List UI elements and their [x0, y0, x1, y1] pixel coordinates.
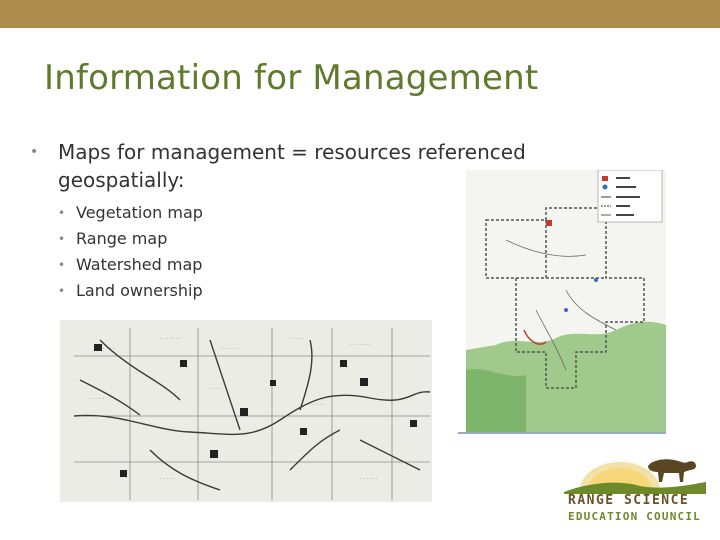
bullet-dot-icon: •	[58, 206, 66, 220]
main-bullet-text: Maps for management = resources referenc…	[58, 140, 526, 192]
bullet-dot-icon: •	[30, 144, 39, 160]
sub-bullet-text: Land ownership	[76, 281, 203, 300]
svg-text:· · · · ·: · · · · ·	[310, 402, 325, 408]
svg-text:· · · · · ·: · · · · · ·	[360, 476, 378, 482]
top-accent-bar	[0, 0, 720, 28]
svg-text:· · · · · ·: · · · · · ·	[220, 346, 238, 352]
sub-bullet-text: Watershed map	[76, 255, 203, 274]
logo-text-top: RANGE SCIENCE	[568, 493, 690, 508]
bullet-dot-icon: •	[58, 232, 66, 246]
bullet-dot-icon: •	[58, 284, 66, 298]
county-map-image: · · · · · · · · · · · · · · · · · · · · …	[60, 320, 432, 502]
sub-bullet-text: Vegetation map	[76, 203, 203, 222]
svg-text:· · · · · · ·: · · · · · · ·	[350, 342, 371, 348]
sub-bullet-text: Range map	[76, 229, 168, 248]
ranch-boundary-map-image	[466, 170, 666, 432]
bullet-dot-icon: •	[58, 258, 66, 272]
svg-text:· · · · ·: · · · · ·	[160, 476, 175, 482]
slide-title: Information for Management	[44, 58, 539, 98]
svg-text:· · · · ·: · · · · ·	[290, 336, 305, 342]
svg-text:· · · · ·: · · · · ·	[100, 346, 115, 352]
svg-text:· · · · · · ·: · · · · · · ·	[160, 336, 181, 342]
map-caption-rule	[458, 432, 666, 434]
svg-text:· · · ·: · · · ·	[210, 386, 222, 392]
svg-text:· · · · ·: · · · · ·	[90, 396, 105, 402]
logo-text-bottom: EDUCATION COUNCIL	[568, 510, 701, 523]
